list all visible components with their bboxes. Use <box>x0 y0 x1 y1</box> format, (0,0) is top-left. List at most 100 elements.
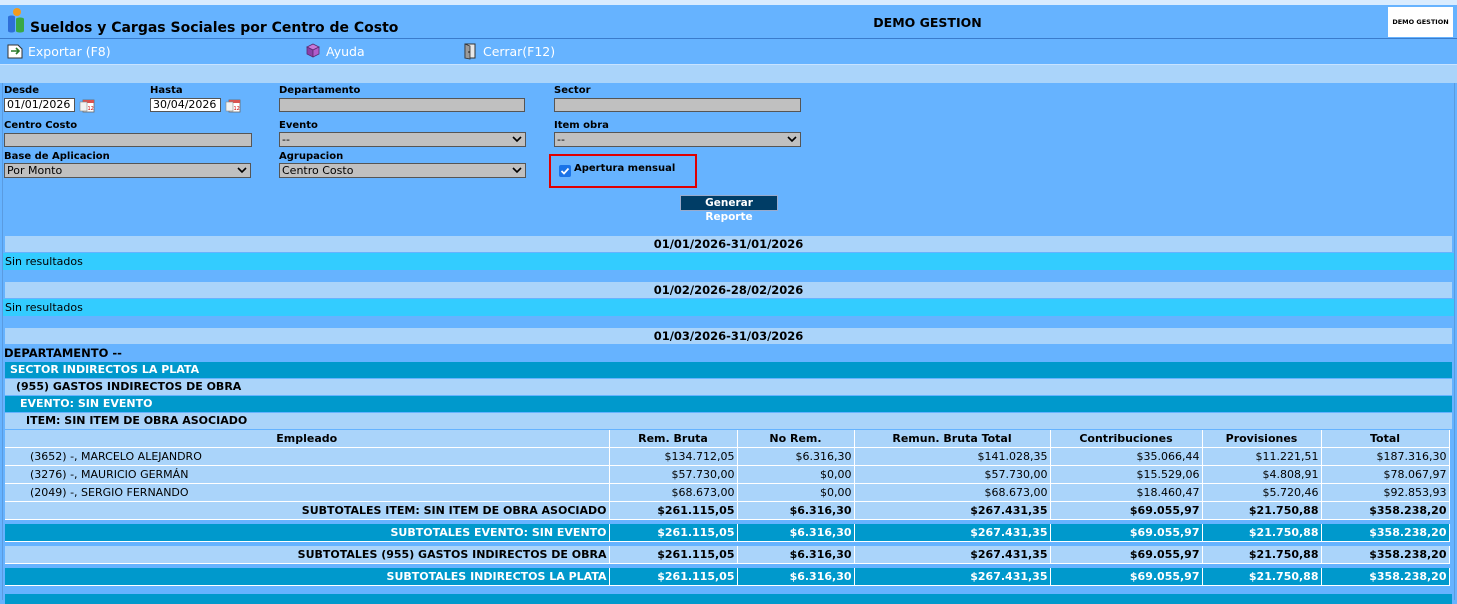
export-icon <box>7 44 23 59</box>
value-cell: $6.316,30 <box>737 524 855 542</box>
departamento-input[interactable] <box>279 98 525 112</box>
value-cell: $69.055,97 <box>1050 524 1203 542</box>
employee-cell: (2049) -, SERGIO FERNANDO <box>5 483 610 502</box>
agrupacion-select[interactable]: Centro Costo <box>279 163 526 178</box>
value-cell: $134.712,05 <box>609 447 738 466</box>
period-header: 01/03/2026-31/03/2026 <box>5 328 1452 344</box>
chevron-down-icon <box>512 167 522 174</box>
calendar-icon[interactable]: 12 <box>79 97 96 114</box>
export-button[interactable]: Exportar (F8) <box>6 42 111 60</box>
title-bar: Sueldos y Cargas Sociales por Centro de … <box>0 0 1457 39</box>
value-cell: $4.808,91 <box>1202 465 1322 484</box>
subtotal-sector-row: SUBTOTALES INDIRECTOS LA PLATA $261.115,… <box>5 568 1450 586</box>
calendar-icon[interactable]: 12 <box>225 97 242 114</box>
item-obra-label: Item obra <box>554 120 609 131</box>
value-cell: $358.238,20 <box>1321 568 1450 586</box>
no-results-message: Sin resultados <box>3 253 1454 270</box>
value-cell: $92.853,93 <box>1321 483 1450 502</box>
close-label: Cerrar(F12) <box>483 43 556 59</box>
table-row: (3652) -, MARCELO ALEJANDRO $134.712,05 … <box>5 447 1450 466</box>
chevron-down-icon <box>787 136 797 143</box>
evento-select-value: -- <box>282 133 290 146</box>
subtotal-label: SUBTOTALES ITEM: SIN ITEM DE OBRA ASOCIA… <box>5 501 610 520</box>
value-cell: $57.730,00 <box>609 465 738 484</box>
company-name: DEMO GESTION <box>873 15 982 30</box>
value-cell: $0,00 <box>737 465 855 484</box>
sector-label: Sector <box>554 85 591 96</box>
toolbar-spacer <box>0 64 1457 83</box>
value-cell: $21.750,88 <box>1202 524 1322 542</box>
department-row: DEPARTAMENTO -- <box>3 345 1454 361</box>
column-header: Rem. Bruta <box>609 430 738 448</box>
value-cell: $57.730,00 <box>854 465 1051 484</box>
base-aplicacion-select-value: Por Monto <box>7 164 63 177</box>
event-row: EVENTO: SIN EVENTO <box>5 396 1452 412</box>
toolbar: Exportar (F8) Ayuda Cerrar(F12) <box>0 39 1457 63</box>
subtotal-event-row: SUBTOTALES EVENTO: SIN EVENTO $261.115,0… <box>5 524 1450 542</box>
table-row: (2049) -, SERGIO FERNANDO $68.673,00 $0,… <box>5 483 1450 502</box>
agrupacion-select-value: Centro Costo <box>282 164 354 177</box>
value-cell: $21.750,88 <box>1202 501 1322 520</box>
value-cell: $261.115,05 <box>609 546 738 564</box>
help-button[interactable]: Ayuda <box>304 42 365 60</box>
generate-report-button[interactable]: Generar Reporte <box>680 195 778 223</box>
item-obra-select[interactable]: -- <box>554 132 801 147</box>
hasta-input[interactable]: 30/04/2026 <box>150 98 221 112</box>
value-cell: $358.238,20 <box>1321 501 1450 520</box>
value-cell: $261.115,05 <box>609 501 738 520</box>
apertura-mensual-checkbox[interactable] <box>559 165 571 177</box>
item-row: ITEM: SIN ITEM DE OBRA ASOCIADO <box>5 413 1452 429</box>
no-results-message: Sin resultados <box>3 299 1454 316</box>
sector-input[interactable] <box>554 98 801 112</box>
subtotal-group-row: SUBTOTALES (955) GASTOS INDIRECTOS DE OB… <box>5 546 1450 564</box>
value-cell: $69.055,97 <box>1050 546 1203 564</box>
export-label: Exportar (F8) <box>28 43 111 59</box>
column-header: Total <box>1321 430 1450 448</box>
employee-cell: (3652) -, MARCELO ALEJANDRO <box>5 447 610 466</box>
evento-select[interactable]: -- <box>279 132 526 147</box>
value-cell: $35.066,44 <box>1050 447 1203 466</box>
subtotal-item-row: SUBTOTALES ITEM: SIN ITEM DE OBRA ASOCIA… <box>5 501 1450 520</box>
value-cell: $6.316,30 <box>737 501 855 520</box>
subtotal-label: SUBTOTALES INDIRECTOS LA PLATA <box>5 568 610 586</box>
column-header: Empleado <box>5 430 610 448</box>
report-table: Empleado Rem. Bruta No Rem. Remun. Bruta… <box>5 430 1450 586</box>
value-cell: $267.431,35 <box>854 524 1051 542</box>
brand-logo: DEMO GESTION <box>1388 7 1453 37</box>
value-cell: $0,00 <box>737 483 855 502</box>
centro-costo-input[interactable] <box>4 133 252 147</box>
svg-text:12: 12 <box>88 106 94 112</box>
value-cell: $78.067,97 <box>1321 465 1450 484</box>
column-header: No Rem. <box>737 430 855 448</box>
value-cell: $267.431,35 <box>854 501 1051 520</box>
group-row: (955) GASTOS INDIRECTOS DE OBRA <box>5 379 1452 395</box>
value-cell: $187.316,30 <box>1321 447 1450 466</box>
value-cell: $15.529,06 <box>1050 465 1203 484</box>
value-cell: $5.720,46 <box>1202 483 1322 502</box>
base-aplicacion-label: Base de Aplicacion <box>4 151 110 162</box>
help-label: Ayuda <box>326 43 365 59</box>
evento-label: Evento <box>279 120 318 131</box>
svg-text:12: 12 <box>234 106 240 112</box>
value-cell: $6.316,30 <box>737 447 855 466</box>
desde-input[interactable]: 01/01/2026 <box>4 98 75 112</box>
apertura-mensual-label: Apertura mensual <box>574 163 676 174</box>
value-cell: $69.055,97 <box>1050 568 1203 586</box>
checkmark-icon <box>560 167 570 175</box>
column-header: Contribuciones <box>1050 430 1203 448</box>
chevron-down-icon <box>512 136 522 143</box>
close-button[interactable]: Cerrar(F12) <box>461 42 555 60</box>
value-cell: $6.316,30 <box>737 568 855 586</box>
value-cell: $69.055,97 <box>1050 501 1203 520</box>
close-door-icon <box>464 43 476 60</box>
value-cell: $358.238,20 <box>1321 524 1450 542</box>
value-cell: $261.115,05 <box>609 524 738 542</box>
column-header: Remun. Bruta Total <box>854 430 1051 448</box>
desde-label: Desde <box>4 85 39 96</box>
agrupacion-label: Agrupacion <box>279 151 344 162</box>
value-cell: $358.238,20 <box>1321 546 1450 564</box>
value-cell: $68.673,00 <box>609 483 738 502</box>
chevron-down-icon <box>237 167 247 174</box>
sector-row: SECTOR INDIRECTOS LA PLATA <box>5 362 1452 378</box>
base-aplicacion-select[interactable]: Por Monto <box>4 163 251 178</box>
